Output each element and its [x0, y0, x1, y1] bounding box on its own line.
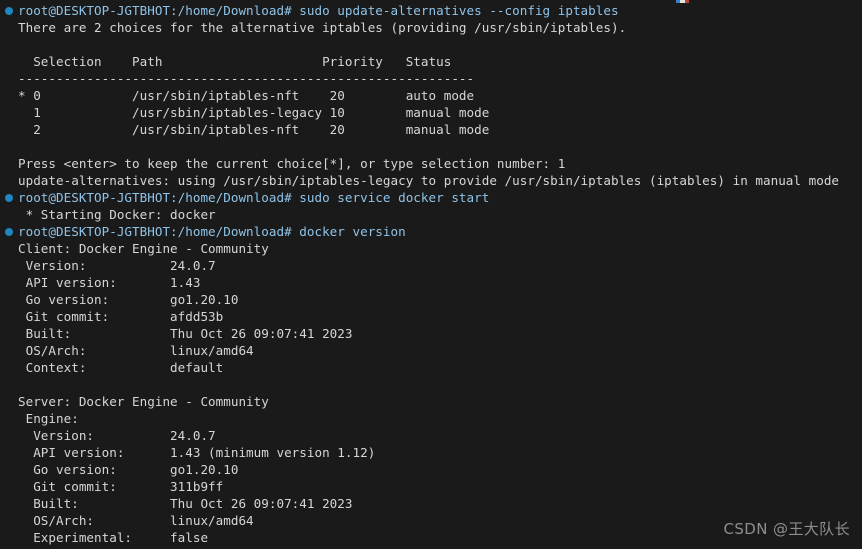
- terminal-output-line: ----------------------------------------…: [18, 71, 475, 86]
- terminal-output-line: * Starting Docker: docker: [18, 207, 216, 222]
- terminal-output-line: Engine:: [18, 411, 79, 426]
- terminal-output-line: There are 2 choices for the alternative …: [18, 20, 627, 35]
- terminal-output-line: Built: Thu Oct 26 09:07:41 2023: [18, 496, 353, 511]
- terminal-output-line: Selection Path Priority Status: [18, 54, 452, 69]
- terminal-output-line: Press <enter> to keep the current choice…: [18, 156, 566, 171]
- terminal-output-line: Git commit: 311b9ff: [18, 479, 224, 494]
- terminal-output-area[interactable]: root@DESKTOP-JGTBHOT:/home/Download# sud…: [0, 0, 862, 546]
- terminal-output-line: * 0 /usr/sbin/iptables-nft 20 auto mode: [18, 88, 475, 103]
- terminal-output-line: Built: Thu Oct 26 09:07:41 2023: [18, 326, 353, 341]
- terminal-output-line: Context: default: [18, 360, 224, 375]
- terminal-output-line: 2 /usr/sbin/iptables-nft 20 manual mode: [18, 122, 490, 137]
- terminal-output-line: Git commit: afdd53b: [18, 309, 224, 324]
- prompt-command-text: root@DESKTOP-JGTBHOT:/home/Download# sud…: [18, 3, 619, 18]
- prompt-bullet-icon: [5, 227, 13, 236]
- terminal-output-line: Go version: go1.20.10: [18, 292, 239, 307]
- terminal-output-line: OS/Arch: linux/amd64: [18, 343, 254, 358]
- terminal-prompt-line: root@DESKTOP-JGTBHOT:/home/Download# sud…: [0, 189, 862, 206]
- terminal-output-line: 1 /usr/sbin/iptables-legacy 10 manual mo…: [18, 105, 490, 120]
- terminal-output-line: Version: 24.0.7: [18, 428, 216, 443]
- terminal-output-line: Client: Docker Engine - Community: [18, 241, 269, 256]
- terminal-prompt-line: root@DESKTOP-JGTBHOT:/home/Download# sud…: [0, 2, 862, 19]
- terminal-window[interactable]: root@DESKTOP-JGTBHOT:/home/Download# sud…: [0, 0, 862, 549]
- csdn-watermark: CSDN @王大队长: [723, 520, 850, 538]
- terminal-output-line: Version: 24.0.7: [18, 258, 216, 273]
- terminal-output-line: update-alternatives: using /usr/sbin/ipt…: [18, 173, 840, 188]
- terminal-prompt-line: root@DESKTOP-JGTBHOT:/home/Download# doc…: [0, 223, 862, 240]
- prompt-command-text: root@DESKTOP-JGTBHOT:/home/Download# sud…: [18, 190, 490, 205]
- prompt-bullet-icon: [5, 193, 13, 202]
- prompt-command-text: root@DESKTOP-JGTBHOT:/home/Download# doc…: [18, 224, 406, 239]
- terminal-output-line: API version: 1.43 (minimum version 1.12): [18, 445, 376, 460]
- terminal-output-line: API version: 1.43: [18, 275, 201, 290]
- terminal-output-line: Server: Docker Engine - Community: [18, 394, 269, 409]
- prompt-bullet-icon: [5, 6, 13, 15]
- terminal-output-line: Go version: go1.20.10: [18, 462, 239, 477]
